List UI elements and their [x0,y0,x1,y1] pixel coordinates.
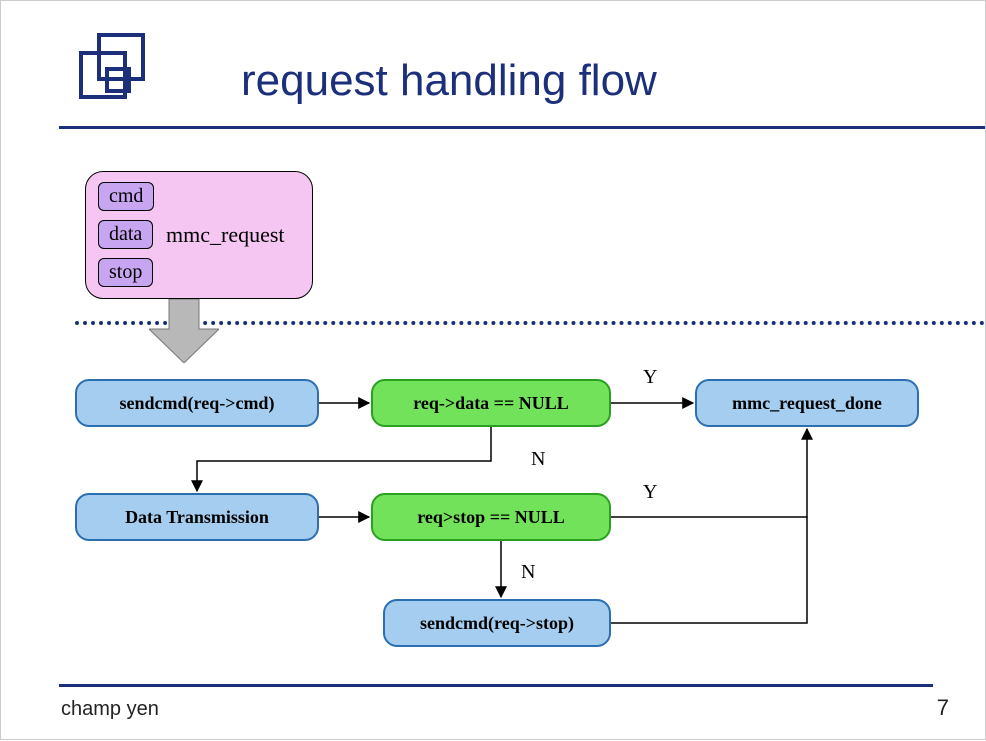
logo-icon [69,29,157,117]
footer-author: champ yen [61,698,159,721]
edge-label-y2: Y [643,481,657,504]
node-mmc-done: mmc_request_done [695,379,919,427]
slide-title: request handling flow [241,56,657,106]
mmc-field-stop: stop [98,258,153,287]
mmc-field-data: data [98,220,153,249]
node-sendcmd: sendcmd(req->cmd) [75,379,319,427]
node-reqstop: req>stop == NULL [371,493,611,541]
node-sendstop: sendcmd(req->stop) [383,599,611,647]
title-divider [59,126,985,129]
node-data-trans: Data Transmission [75,493,319,541]
slide: request handling flow mmc_request cmd da… [0,0,986,740]
node-reqdata: req->data == NULL [371,379,611,427]
edge-label-y1: Y [643,366,657,389]
edge-label-n1: N [531,448,545,471]
mmc-request-box: mmc_request cmd data stop [85,171,313,299]
edge-label-n2: N [521,561,535,584]
footer-divider [59,684,933,687]
arrow-down-icon [149,299,219,363]
mmc-request-label: mmc_request [166,222,285,248]
page-number: 7 [937,695,949,721]
mmc-field-cmd: cmd [98,182,154,211]
